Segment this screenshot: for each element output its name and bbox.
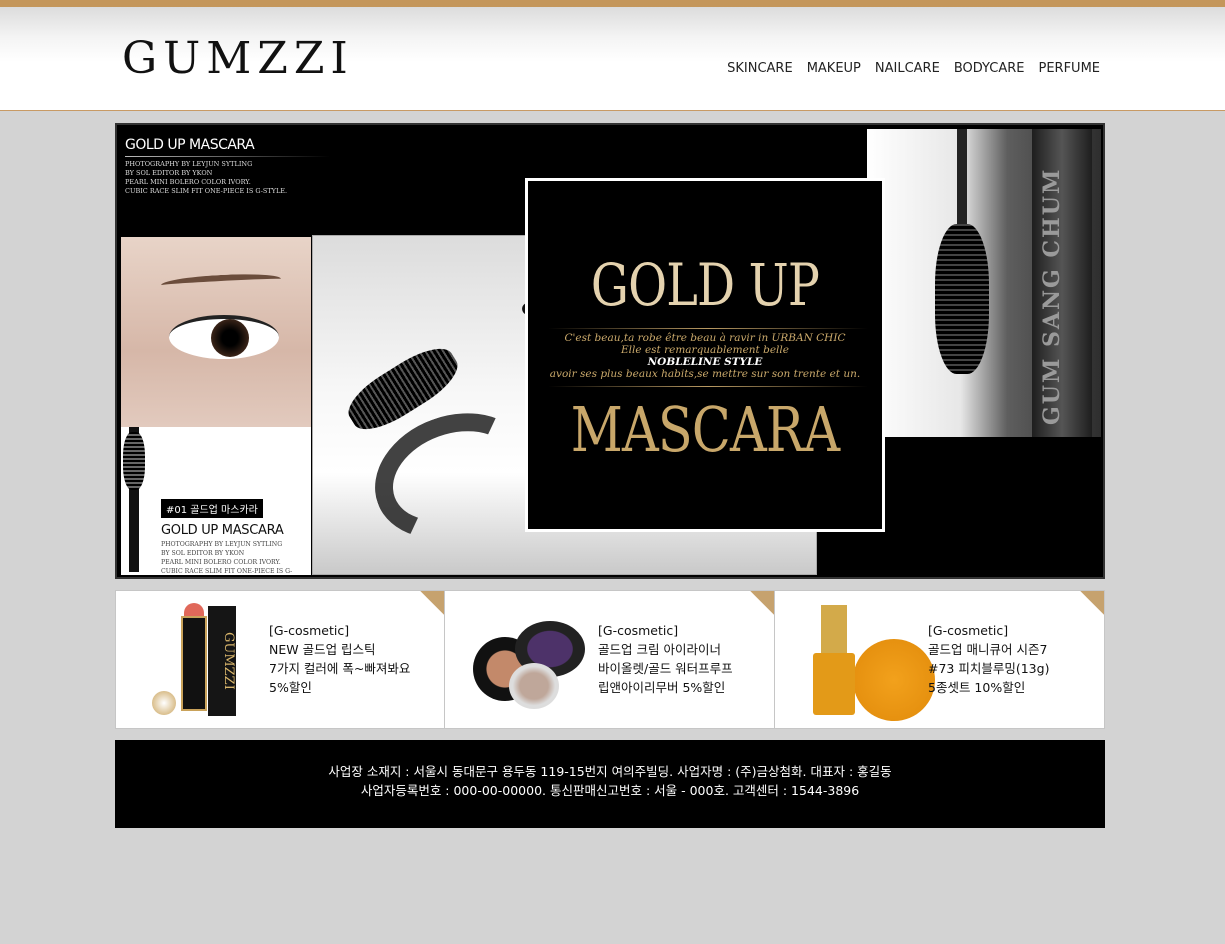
nail-swatch-image — [853, 639, 935, 721]
product-line: 5%할인 — [269, 680, 312, 695]
headline-box: GOLD UP C'est beau,ta robe être beau à r… — [525, 178, 885, 532]
product-card-lipstick[interactable]: GUMZZI [G-cosmetic] NEW 골드업 립스틱 7가지 컬러에 … — [115, 590, 445, 729]
credit-line: PHOTOGRAPHY BY LEYJUN SYTLING — [125, 160, 253, 168]
nail-bottle-cap-image — [821, 605, 847, 659]
banner-top-credits: PHOTOGRAPHY BY LEYJUN SYTLING BY SOL EDI… — [125, 160, 345, 196]
banner-top-title: GOLD UP MASCARA — [125, 137, 255, 153]
credit-line: PEARL MINI BOLERO COLOR IVORY. — [161, 559, 281, 566]
gold-divider — [548, 386, 868, 387]
product-brand: [G-cosmetic] — [928, 623, 1009, 638]
credit-line: PHOTOGRAPHY BY LEYJUN SYTLING — [161, 541, 283, 548]
tagline-strong: NOBLELINE STYLE — [647, 356, 763, 368]
lower-title: GOLD UP MASCARA — [161, 523, 284, 538]
product-line: 5종셋트 10%할인 — [928, 680, 1026, 695]
credit-line: BY SOL EDITOR BY YKON — [161, 550, 245, 557]
headline-gold-up: GOLD UP — [590, 251, 820, 319]
tagline-line: C'est beau,ta robe être beau à ravir in … — [564, 332, 846, 344]
nav-makeup[interactable]: MAKEUP — [807, 61, 861, 76]
product-tag: #01 골드업 마스카라 — [161, 499, 263, 518]
lipstick-gem-image — [152, 691, 176, 715]
product-line[interactable]: NEW 골드업 립스틱 — [269, 640, 410, 659]
eye-photo — [121, 237, 311, 427]
product-line: 7가지 컬러에 폭~빠져봐요 — [269, 661, 411, 676]
banner-divider — [125, 156, 330, 157]
product-text: [G-cosmetic] NEW 골드업 립스틱 7가지 컬러에 폭~빠져봐요 … — [269, 621, 410, 697]
tube-brand-text: GUM SANG CHUM — [1039, 167, 1065, 425]
product-line: 바이올렛/골드 워터프루프 — [598, 661, 733, 676]
footer-registration: 사업자등록번호 : 000-00-00000. 통신판매신고번호 : 서울 - … — [360, 783, 860, 798]
mascara-brush-image — [935, 224, 989, 374]
lipstick-case-image — [181, 616, 207, 711]
iris-shape — [211, 319, 249, 357]
credit-line: CUBIC RACE SLIM FIT ONE-PIECE IS G- — [161, 568, 293, 575]
site-header: GUMZZI SKINCARE MAKEUP NAILCARE BODYCARE… — [0, 7, 1225, 111]
tagline-line: avoir ses plus beaux habits,se mettre su… — [549, 368, 861, 380]
nav-bodycare[interactable]: BODYCARE — [954, 61, 1025, 76]
headline-mascara: MASCARA — [570, 393, 840, 466]
product-list: GUMZZI [G-cosmetic] NEW 골드업 립스틱 7가지 컬러에 … — [115, 590, 1105, 729]
nav-perfume[interactable]: PERFUME — [1038, 61, 1100, 76]
lipstick-cap-image: GUMZZI — [208, 606, 236, 716]
product-line[interactable]: 골드업 크림 아이라이너 — [598, 640, 733, 659]
product-line: #73 피치블루밍(13g) — [928, 661, 1050, 676]
site-logo[interactable]: GUMZZI — [122, 33, 354, 85]
corner-ribbon — [1068, 591, 1104, 622]
hero-banner[interactable]: GOLD UP MASCARA PHOTOGRAPHY BY LEYJUN SY… — [115, 123, 1105, 579]
top-accent-bar — [0, 0, 1225, 7]
product-line[interactable]: 골드업 매니큐어 시즌7 — [928, 640, 1049, 659]
eyeliner-pot-image — [509, 663, 559, 709]
corner-ribbon — [738, 591, 774, 622]
product-card-nail[interactable]: [G-cosmetic] 골드업 매니큐어 시즌7 #73 피치블루밍(13g)… — [775, 590, 1105, 729]
main-nav: SKINCARE MAKEUP NAILCARE BODYCARE PERFUM… — [727, 61, 1100, 76]
nail-bottle-image — [813, 653, 855, 715]
headline-tagline: C'est beau,ta robe être beau à ravir in … — [528, 332, 882, 380]
product-text: [G-cosmetic] 골드업 매니큐어 시즌7 #73 피치블루밍(13g)… — [928, 621, 1049, 697]
site-footer: 사업장 소재지 : 서울시 동대문구 용두동 119-15번지 여의주빌딩. 사… — [115, 740, 1105, 828]
footer-address: 사업장 소재지 : 서울시 동대문구 용두동 119-15번지 여의주빌딩. 사… — [328, 764, 892, 779]
lower-left-panel: #01 골드업 마스카라 GOLD UP MASCARA PHOTOGRAPHY… — [121, 427, 311, 575]
mascara-tube-photo: GUM SANG CHUM — [867, 129, 1101, 437]
credit-line: BY SOL EDITOR BY YKON — [125, 169, 213, 177]
nav-nailcare[interactable]: NAILCARE — [875, 61, 940, 76]
credit-line: PEARL MINI BOLERO COLOR IVORY. — [125, 178, 251, 186]
product-brand: [G-cosmetic] — [269, 623, 350, 638]
product-brand: [G-cosmetic] — [598, 623, 679, 638]
lower-credits: PHOTOGRAPHY BY LEYJUN SYTLING BY SOL EDI… — [161, 540, 311, 576]
corner-ribbon — [408, 591, 444, 622]
eyebrow-shape — [160, 271, 282, 293]
tagline-line: Elle est remarquablement belle — [621, 344, 789, 356]
product-card-eyeliner[interactable]: [G-cosmetic] 골드업 크림 아이라이너 바이올렛/골드 워터프루프 … — [445, 590, 775, 729]
gold-divider — [548, 328, 868, 329]
nav-skincare[interactable]: SKINCARE — [727, 61, 793, 76]
product-line: 립앤아이리무버 5%할인 — [598, 680, 726, 695]
product-text: [G-cosmetic] 골드업 크림 아이라이너 바이올렛/골드 워터프루프 … — [598, 621, 733, 697]
mascara-brush-image — [123, 432, 145, 490]
credit-line: CUBIC RACE SLIM FIT ONE-PIECE IS G-STYLE… — [125, 187, 288, 195]
